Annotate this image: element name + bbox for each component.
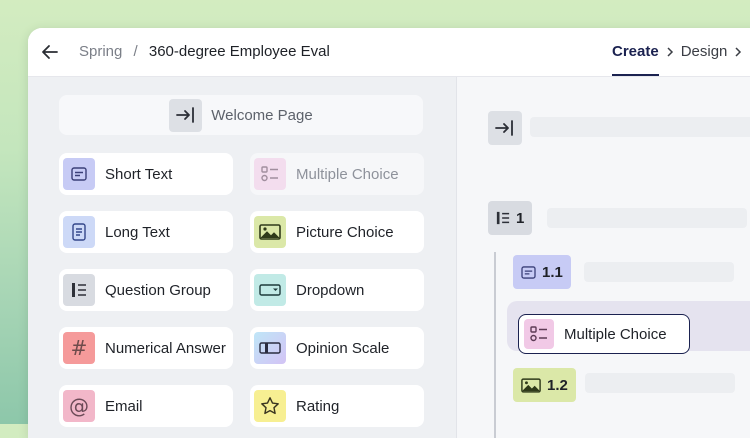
star-icon [254,390,286,422]
tile-multiple-choice[interactable]: Multiple Choice [250,153,424,195]
question-type-palette: Welcome Page Short Text Multiple Choice … [28,77,456,438]
chevron-right-icon [666,46,674,58]
welcome-page-button[interactable]: Welcome Page [59,95,423,135]
short-text-icon [63,158,95,190]
tile-label: Email [105,397,143,415]
app-window: Spring / 360-degree Employee Eval Create… [28,28,750,438]
multiple-choice-icon [524,319,554,349]
step-design[interactable]: Design [681,28,728,76]
question-group-icon [496,211,510,225]
item-placeholder-bar [585,373,735,393]
group-placeholder-bar [547,208,747,228]
group-connector-line [494,252,496,438]
outline-item-1-2[interactable]: 1.2 [513,368,576,402]
outline-group-label: 1 [516,209,525,227]
welcome-placeholder-bar [530,117,750,137]
step-nav: Create Design [612,28,749,76]
form-title[interactable]: 360-degree Employee Eval [149,43,330,60]
item-placeholder-bar [584,262,734,282]
tile-label: Question Group [105,281,211,299]
dragging-multiple-choice[interactable]: Multiple Choice [518,314,690,354]
tile-label: Multiple Choice [296,165,399,183]
tile-label: Long Text [105,223,170,241]
tile-picture-choice[interactable]: Picture Choice [250,211,424,253]
back-button[interactable] [38,40,62,64]
outline-item-1-1[interactable]: 1.1 [513,255,571,289]
dropdown-icon [254,274,286,306]
multiple-choice-icon [254,158,286,190]
outline-group-1[interactable]: 1 [488,201,533,235]
step-create[interactable]: Create [612,28,659,76]
chevron-right-icon [734,46,742,58]
arrow-left-icon [42,45,58,59]
breadcrumb-separator: / [133,43,138,60]
enter-icon[interactable] [488,111,522,145]
question-group-icon [63,274,95,306]
tile-rating[interactable]: Rating [250,385,424,427]
tile-short-text[interactable]: Short Text [59,153,233,195]
tile-label: Numerical Answer [105,339,226,357]
outline-item-label: 1.1 [542,263,563,281]
tile-dropdown[interactable]: Dropdown [250,269,424,311]
tile-label: Opinion Scale [296,339,390,357]
outline-item-label: 1.2 [547,376,568,394]
tile-numerical-answer[interactable]: # Numerical Answer [59,327,233,369]
breadcrumb-parent[interactable]: Spring [79,43,122,60]
breadcrumb: Spring / 360-degree Employee Eval [79,43,330,60]
short-text-icon [521,265,536,279]
tile-label: Rating [296,397,340,415]
form-outline: 1 1.1 Multiple Choice 1.2 [456,77,750,438]
top-bar: Spring / 360-degree Employee Eval Create… [28,28,750,77]
tile-question-group[interactable]: Question Group [59,269,233,311]
hash-icon: # [63,332,95,364]
tile-label: Dropdown [296,281,365,299]
image-icon [521,377,541,393]
opinion-scale-icon [254,332,286,364]
tile-opinion-scale[interactable]: Opinion Scale [250,327,424,369]
tile-long-text[interactable]: Long Text [59,211,233,253]
image-icon [254,216,286,248]
welcome-page-label: Welcome Page [211,106,313,124]
long-text-icon [63,216,95,248]
enter-icon [169,98,203,132]
tile-email[interactable]: @ Email [59,385,233,427]
tile-label: Short Text [105,165,173,183]
tile-label: Picture Choice [296,223,394,241]
dragging-item-label: Multiple Choice [564,325,667,343]
at-icon: @ [63,390,95,422]
